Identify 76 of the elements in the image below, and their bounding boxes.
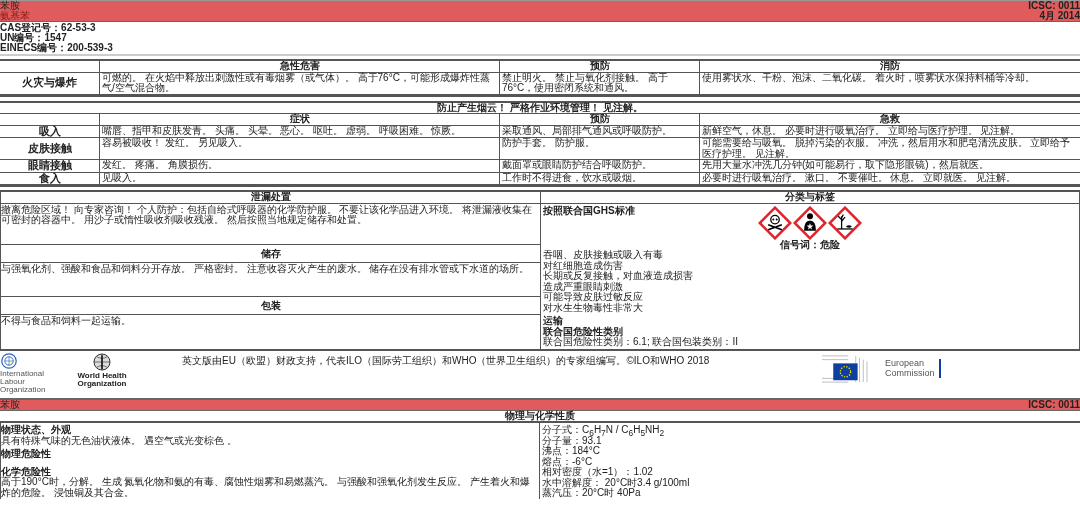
logo-caption: European [885, 359, 925, 369]
row-label: 皮肤接触 [0, 138, 100, 161]
logo-caption: World Health [77, 371, 127, 380]
table-cell: 新鲜空气，休息。 必要时进行吸氧治疗。 立即给与医疗护理。 见注解。 [700, 125, 1080, 139]
section-title: 储存 [1, 244, 540, 263]
table-cell: 防护手套。 防护服。 [500, 138, 700, 161]
row-label: 吸入 [0, 125, 100, 139]
icsc-number: ICSC: 0011 [1028, 1, 1080, 11]
hazard-statement: 对水生生物毒性非常大 [543, 302, 643, 314]
column-header: 预防 [500, 114, 700, 126]
row-label: 火灾与爆炸 [0, 72, 100, 95]
column-header: 急救 [700, 114, 1080, 126]
row-label: 食入 [0, 172, 100, 186]
globe-emblem-logo-icon [92, 351, 112, 372]
table-cell: 采取通风、局部排气通风或呼吸防护。 [500, 125, 700, 139]
section-title: 物理与化学性质 [0, 410, 1080, 424]
table-cell: 见吸入。 [100, 172, 500, 186]
identifier: UN编号：1547 [0, 33, 67, 43]
table-cell: 发红。 疼痛。 角膜损伤。 [100, 160, 500, 173]
section-title: 分类与标签 [541, 192, 1079, 204]
logo-caption: Labour [0, 377, 26, 386]
table-cell: 容易被吸收！ 发红。 另见吸入。 [100, 138, 500, 161]
identifier: CAS登记号：62-53-3 [0, 23, 96, 33]
chemical-name: 苯胺 [0, 399, 20, 410]
identifier: EINECS编号：200-539-3 [0, 43, 113, 53]
property-value: 分子量：93.1 [542, 435, 602, 446]
section-text: 与强氧化剂、强酸和食品和饲料分开存放。 严格密封。 注意收容灭火产生的废水。 储存在没有排水管或下水道的场所。 [1, 262, 531, 276]
column-header: 症状 [100, 114, 500, 126]
table-cell: 禁止明火。 禁止与氧化剂接触。 高于76°C，使用密闭系统和通风。 [500, 72, 700, 95]
hazard-statement: 吞咽、皮肤接触或吸入有毒 [543, 250, 663, 261]
table-cell: 先用大量水冲洗几分钟(如可能易行，取下隐形眼镜)，然后就医。 [700, 160, 1080, 173]
signal-word: 信号词：危险 [780, 239, 840, 251]
standard-heading: 按照联合国GHS标准 [543, 205, 636, 217]
column-header: 消防 [700, 61, 1080, 73]
column-header: 预防 [500, 61, 700, 73]
table-cell: 使用雾状水、干粉、泡沫、二氧化碳。 着火时，喷雾状水保持料桶等冷却。 [700, 72, 1080, 95]
property-value: 分子式：C$_{6}$H$_{7}$N / C$_{6}$H$_{5}$NH$_{2}$ [542, 425, 665, 436]
property-value: 相对密度（水=1）：1.02 [542, 467, 653, 478]
property-heading: 物理危险性 [1, 449, 51, 460]
section-title: 泄漏处置 [1, 192, 540, 204]
table-cell: 必要时进行吸氧治疗。 漱口。 不要催吐。 休息。 立即就医。 见注解。 [700, 172, 1080, 186]
property-value: 蒸汽压：20°C时 40Pa [542, 488, 641, 499]
hazard-statement: 长期或反复接触，对血液造成损害 [543, 271, 693, 282]
column-header: 急性危害 [100, 61, 500, 73]
wreath-globe-logo-icon [0, 351, 18, 370]
table-cell: 可能需要给与吸氧。 脱掉污染的衣服。 冲洗，然后用水和肥皂清洗皮肤。 立即给予医疗护理。 见注解。 [700, 138, 1080, 161]
property-text: 高于190°C时，分解。 生成 氮氧化物和氨的有毒、腐蚀性烟雾和易燃蒸汽。 与强酸和强氧化剂发生反应。 产生着火和爆炸的危险。 浸蚀铜及其合金。 [1, 477, 532, 499]
row-label: 眼睛接触 [0, 160, 100, 173]
dead-tree-fish-icon [828, 205, 862, 240]
icsc-number: ICSC: 0011 [1028, 399, 1080, 410]
credit-text: 英文版由EU（欧盟）财政支持，代表ILO（国际劳工组织）和WHO（世界卫生组织）的专家组编写。©ILO和WHO 2018 [181, 353, 711, 367]
hazard-statement: 可能导致皮肤过敏反应 [543, 292, 643, 303]
logo-caption: Commission [885, 368, 935, 379]
table-cell: 嘴唇、指甲和皮肤发青。 头痛。 头晕。 恶心。 呕吐。 虚弱。 呼吸困难。 惊厥。 [100, 125, 500, 139]
table-cell: 可燃的。 在火焰中释放出刺激性或有毒烟雾（或气体）。 高于76°C，可能形成爆炸性蒸气/空气混合物。 [100, 72, 500, 95]
table-cell: 工作时不得进食，饮水或吸烟。 [500, 172, 700, 186]
skull-crossbones-icon [758, 205, 792, 240]
section-text: 撤离危险区域！ 向专家咨询！ 个人防护：包括自给式呼吸器的化学防护服。 不要让该化学品进入环境。 将泄漏液收集在可密封的容器中。 用沙子或惰性吸收剂吸收残液。 然后按照当地规定储存和处置。 [1, 203, 534, 228]
person-silhouette-icon [793, 205, 827, 240]
section-title: 包装 [1, 296, 540, 315]
property-value: 水中溶解度： 20°C时3.4 g/100ml [542, 477, 690, 488]
warning-heading: 防止产生烟云！ 严格作业环境管理！ 见注解。 [436, 102, 644, 113]
section-text: 不得与食品和饲料一起运输。 [1, 315, 132, 328]
logo-caption: International [0, 369, 46, 378]
synonym: 氨基苯 [0, 11, 30, 21]
logo-caption: Organization [77, 379, 127, 388]
logo-caption: Organization [0, 385, 46, 394]
date: 4月 2014 [1039, 11, 1080, 21]
table-cell: 戴面罩或眼睛防护结合呼吸防护。 [500, 160, 700, 173]
property-value: 沸点：184°C [542, 446, 600, 457]
property-text: 具有特殊气味的无色油状液体。 遇空气或光变棕色 。 [1, 435, 237, 447]
chemical-name: 苯胺 [0, 1, 20, 11]
property-value: 熔点：-6°C [542, 456, 593, 467]
transport-heading: 运输 [543, 316, 563, 327]
property-heading: 物理状态、外观 [1, 425, 71, 436]
un-class-text: 联合国危险性类别：6.1; 联合国包装类别：II [543, 337, 738, 348]
